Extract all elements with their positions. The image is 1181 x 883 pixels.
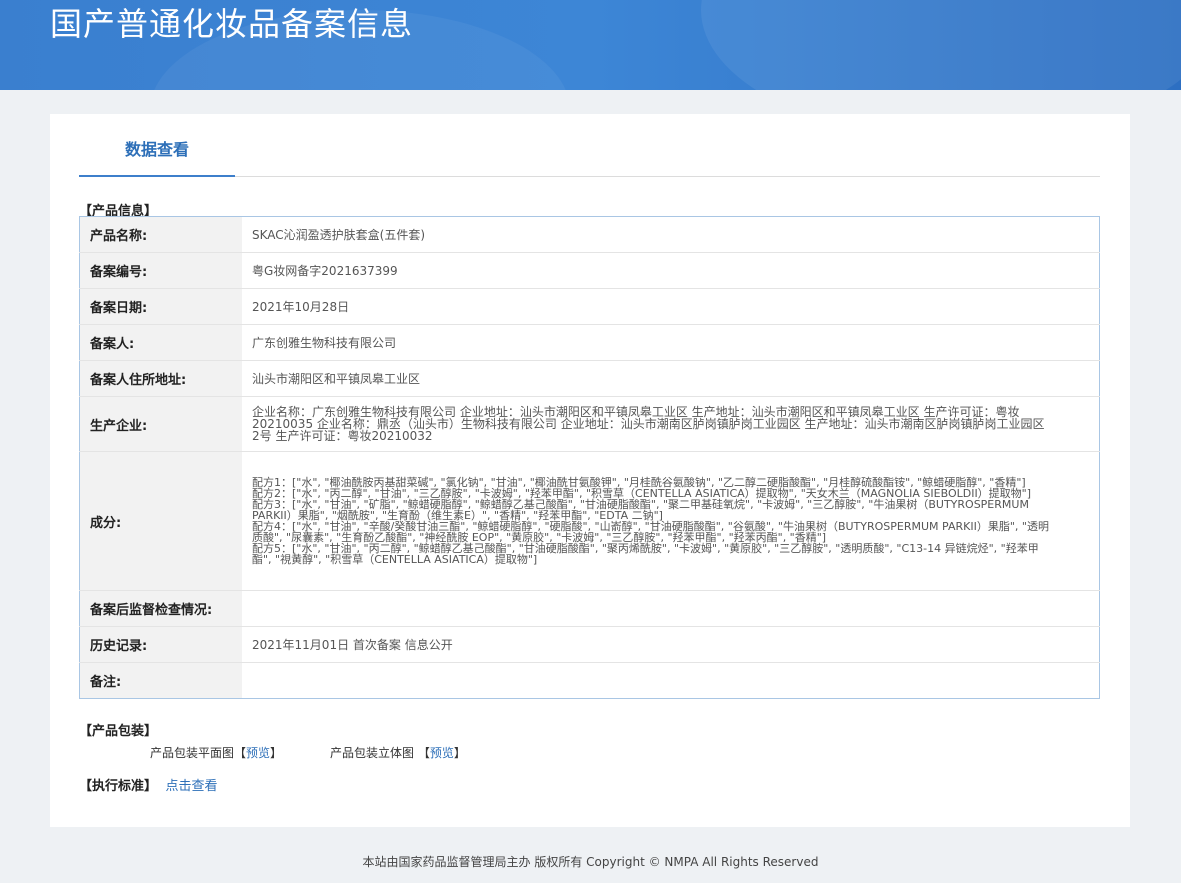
packaging-flat: 产品包装平面图【预览】: [150, 744, 282, 761]
registration-number-value: 粤G妆网备字2021637399: [242, 252, 1100, 289]
view-standard-link[interactable]: 点击查看: [166, 779, 218, 794]
row-label: 备案后监督检查情况:: [79, 590, 242, 627]
registration-date-value: 2021年10月28日: [242, 288, 1100, 325]
row-label: 成分:: [79, 451, 242, 591]
manufacturer-value: 企业名称：广东创雅生物科技有限公司 企业地址：汕头市潮阳区和平镇凤皋工业区 生产…: [242, 396, 1100, 452]
packaging-solid: 产品包装立体图 【预览】: [330, 744, 466, 761]
table-row: 备案编号: 粤G妆网备字2021637399: [79, 252, 1100, 289]
packaging-flat-label: 产品包装平面图: [150, 746, 235, 760]
standard-label-text: 【执行标准】: [79, 779, 158, 794]
row-label: 历史记录:: [79, 626, 242, 663]
row-label: 生产企业:: [79, 396, 242, 452]
ingredients-value: 配方1：["水", "椰油酰胺丙基甜菜碱", "氯化钠", "甘油", "椰油酰…: [242, 451, 1100, 591]
page-header: 国产普通化妆品备案信息: [0, 0, 1181, 90]
footer-copyright: 本站由国家药品监督管理局主办 版权所有 Copyright © NMPA All…: [362, 855, 819, 869]
table-row: 备案人住所地址: 汕头市潮阳区和平镇凤皋工业区: [79, 360, 1100, 397]
row-label: 产品名称:: [79, 216, 242, 253]
packaging-label: 【产品包装】: [79, 724, 158, 739]
product-name-value: SKAC沁润盈透护肤套盒(五件套): [242, 216, 1100, 253]
standard-label: 【执行标准】 点击查看: [79, 775, 218, 794]
header-decoration: [701, 0, 1181, 90]
table-row: 成分: 配方1：["水", "椰油酰胺丙基甜菜碱", "氯化钠", "甘油", …: [79, 451, 1100, 591]
packaging-solid-label: 产品包装立体图: [330, 746, 415, 760]
registrant-value: 广东创雅生物科技有限公司: [242, 324, 1100, 361]
product-info-table: 产品名称: SKAC沁润盈透护肤套盒(五件套) 备案编号: 粤G妆网备字2021…: [79, 216, 1100, 699]
inspection-value: [242, 590, 1100, 627]
solid-preview-link[interactable]: 预览: [430, 746, 454, 760]
row-label: 备案人住所地址:: [79, 360, 242, 397]
flat-preview-link[interactable]: 预览: [246, 746, 270, 760]
table-row: 历史记录: 2021年11月01日 首次备案 信息公开: [79, 626, 1100, 663]
bracket: 】: [453, 746, 466, 760]
row-label: 备案日期:: [79, 288, 242, 325]
table-row: 备案日期: 2021年10月28日: [79, 288, 1100, 325]
row-label: 备案人:: [79, 324, 242, 361]
table-row: 备注:: [79, 662, 1100, 699]
tab-bar: 数据查看: [79, 128, 1100, 177]
remarks-value: [242, 663, 1100, 699]
page-title: 国产普通化妆品备案信息: [50, 5, 414, 43]
content-card: 数据查看 【产品信息】 产品名称: SKAC沁润盈透护肤套盒(五件套) 备案编号…: [50, 114, 1130, 827]
bracket: 】: [270, 746, 283, 760]
table-row: 产品名称: SKAC沁润盈透护肤套盒(五件套): [79, 216, 1100, 253]
row-label: 备注:: [79, 662, 242, 699]
table-row: 备案后监督检查情况:: [79, 590, 1100, 627]
registrant-address-value: 汕头市潮阳区和平镇凤皋工业区: [242, 360, 1100, 397]
tab-data-view[interactable]: 数据查看: [79, 128, 235, 177]
table-row: 备案人: 广东创雅生物科技有限公司: [79, 324, 1100, 361]
table-row: 生产企业: 企业名称：广东创雅生物科技有限公司 企业地址：汕头市潮阳区和平镇凤皋…: [79, 396, 1100, 452]
bracket: 【: [234, 746, 247, 760]
bracket: 【: [417, 746, 430, 760]
history-value: 2021年11月01日 首次备案 信息公开: [242, 626, 1100, 663]
row-label: 备案编号:: [79, 252, 242, 289]
